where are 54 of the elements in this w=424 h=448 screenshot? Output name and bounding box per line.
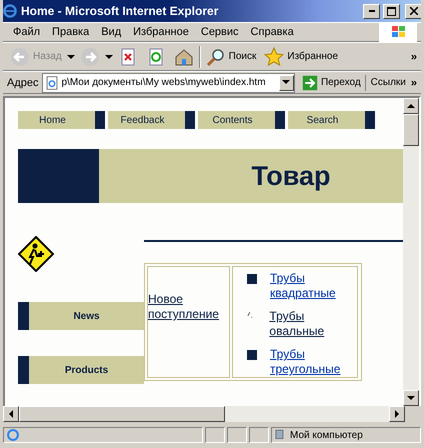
window-title: Home - Microsoft Internet Explorer — [21, 4, 220, 18]
scrollbar-thumb[interactable] — [19, 406, 226, 422]
status-pane — [205, 427, 225, 443]
arrow-icon — [407, 102, 415, 110]
product-link[interactable]: Трубы овальные — [269, 309, 357, 339]
magnifier-icon — [206, 46, 226, 66]
product-link[interactable]: Трубы треугольные — [270, 347, 357, 377]
status-pane — [227, 427, 247, 443]
menu-item[interactable]: Вид — [95, 26, 128, 38]
more-button[interactable]: » — [410, 76, 417, 88]
caret-icon — [282, 78, 290, 86]
bullet-square-icon — [247, 274, 257, 284]
dropdown-caret-icon — [66, 52, 75, 60]
menu-item[interactable]: Сервис — [194, 26, 245, 38]
search-button[interactable]: Поиск — [202, 46, 260, 66]
banner-title: Товар — [250, 160, 332, 192]
side-nav-button[interactable]: News — [18, 302, 144, 330]
menu-item[interactable]: Правка — [46, 26, 96, 38]
side-nav-button[interactable]: Products — [18, 356, 144, 384]
product-link[interactable]: Трубы квадратные — [270, 271, 357, 301]
home-icon — [174, 46, 194, 66]
address-text: p\Мои документы\My webs\myweb\index.htm — [62, 77, 267, 88]
favorites-button[interactable]: Избранное — [261, 46, 342, 66]
maximize-button[interactable] — [383, 4, 400, 18]
minimize-button[interactable] — [363, 4, 380, 18]
vertical-scrollbar[interactable] — [403, 98, 419, 406]
computer-icon — [274, 428, 286, 442]
go-arrow-icon — [302, 74, 318, 90]
close-button[interactable] — [405, 4, 421, 18]
menu-item[interactable]: Файл — [7, 26, 46, 38]
minimize-icon — [368, 10, 374, 12]
menu-item[interactable]: Избранное — [127, 26, 195, 38]
star-icon — [264, 46, 284, 66]
bullet-square-icon — [247, 350, 257, 360]
construction-sign-icon — [18, 236, 54, 272]
links-button[interactable]: Ссылки — [368, 77, 408, 88]
address-dropdown-button[interactable] — [278, 74, 294, 90]
scrollbar-thumb[interactable] — [403, 114, 419, 146]
address-label: Адрес — [7, 76, 38, 88]
horizontal-scrollbar[interactable] — [3, 406, 421, 422]
nav-button[interactable]: Contents — [198, 111, 285, 129]
go-button[interactable]: Переход — [298, 74, 366, 90]
close-icon — [410, 7, 418, 15]
zone-text: Мой компьютер — [290, 430, 363, 440]
nav-button[interactable]: Feedback — [108, 111, 195, 129]
dropdown-caret-icon — [104, 52, 113, 60]
nav-button[interactable]: Search — [288, 111, 375, 129]
address-field[interactable]: p\Мои документы\My webs\myweb\index.htm — [42, 72, 295, 92]
nav-button[interactable]: Home — [18, 111, 105, 129]
menu-item[interactable]: Справка — [244, 26, 300, 38]
maximize-icon — [387, 6, 396, 16]
more-button[interactable]: » — [410, 50, 417, 62]
arrow-icon — [7, 410, 15, 418]
status-pane — [249, 427, 269, 443]
